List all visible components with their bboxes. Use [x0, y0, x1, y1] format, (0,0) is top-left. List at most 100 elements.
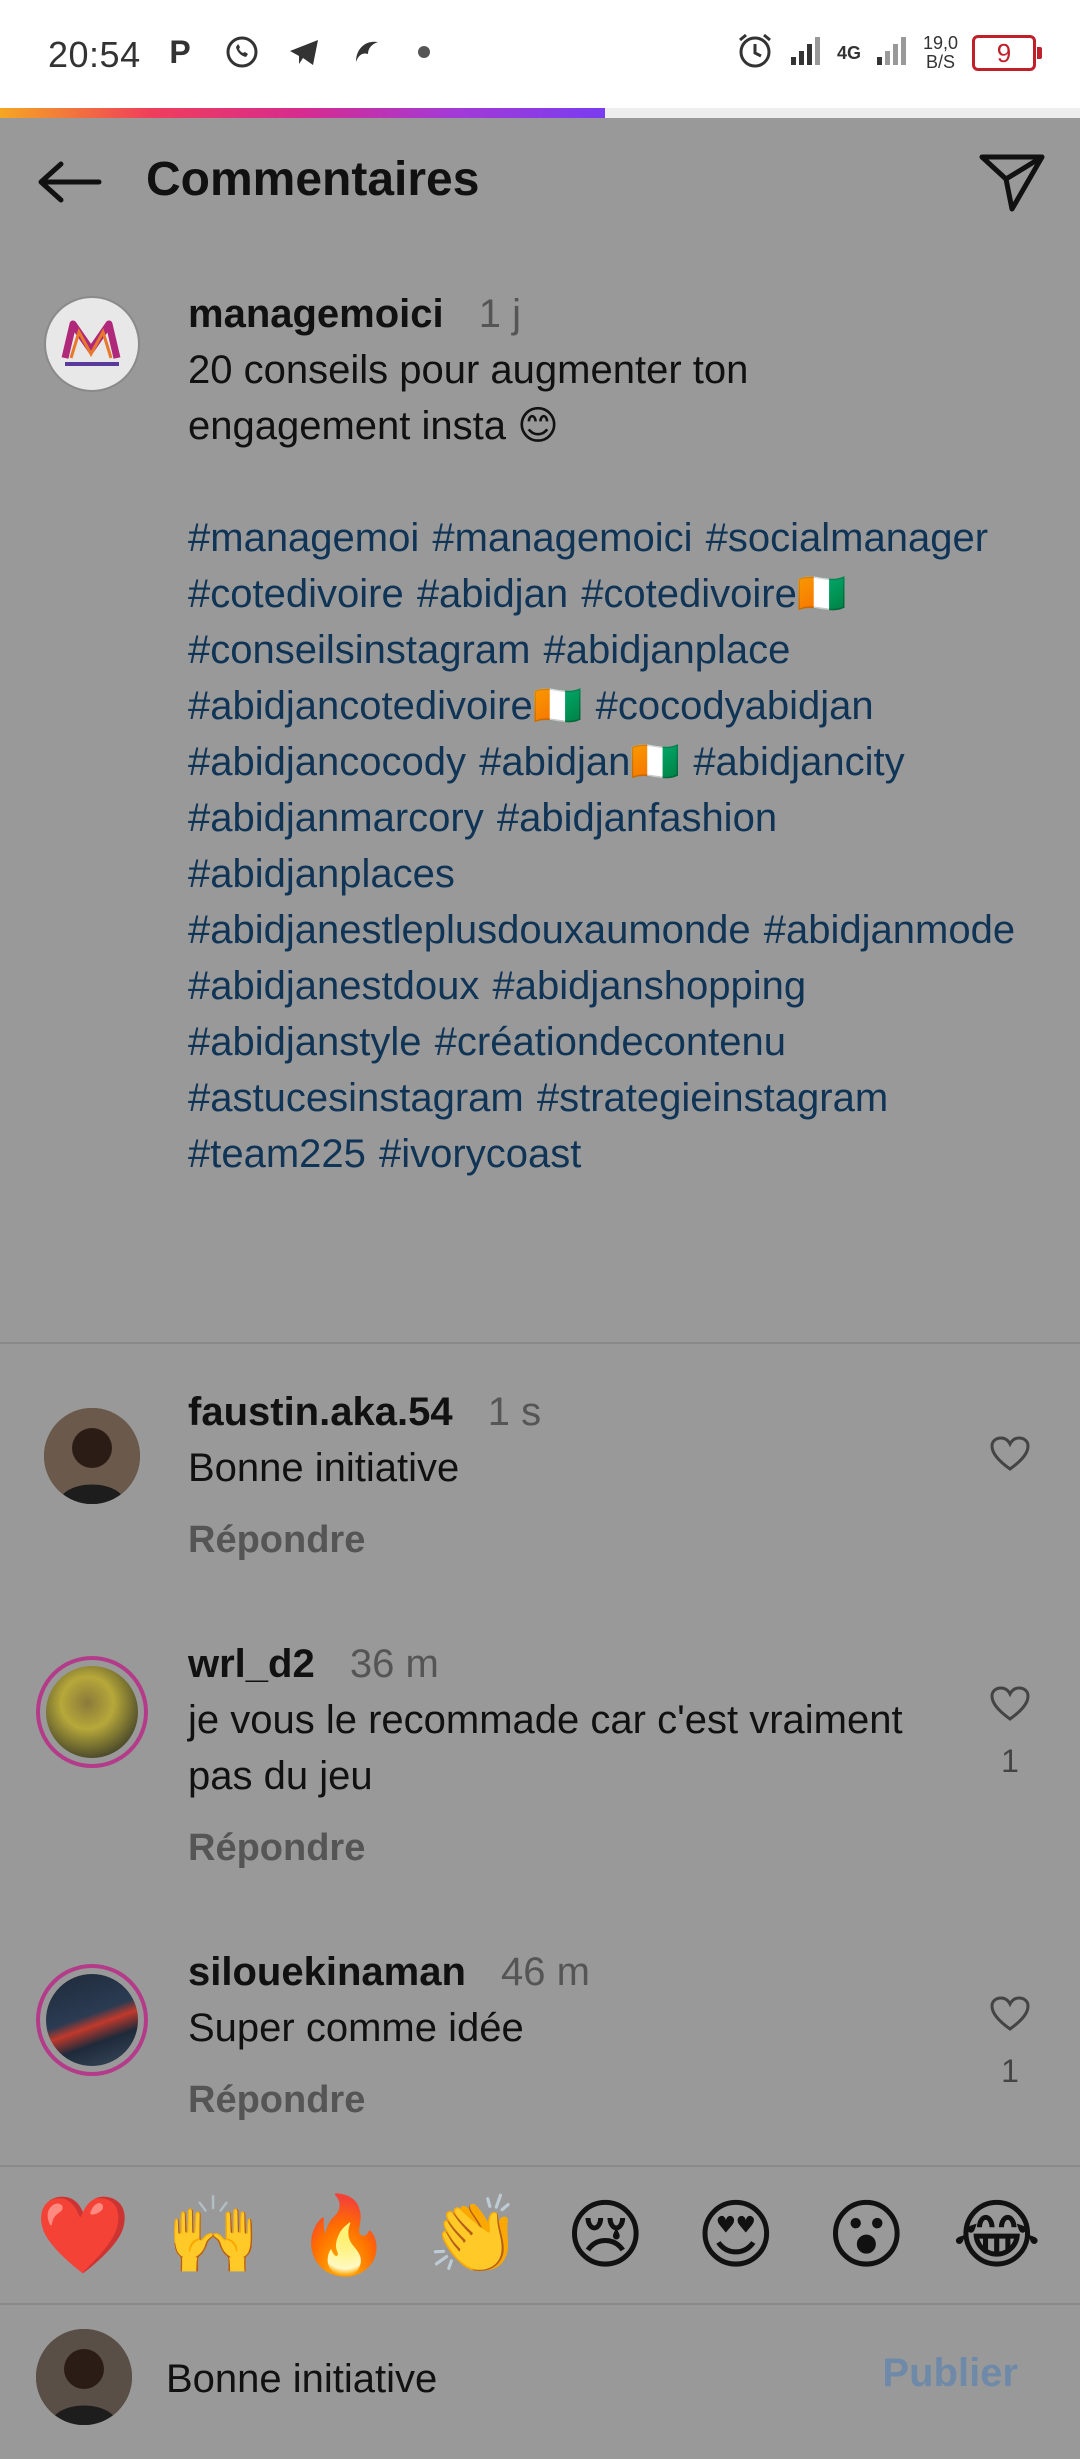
hashtag-link[interactable]: #managemoi — [188, 516, 419, 560]
story-progress-bar — [0, 108, 1080, 118]
like-button[interactable]: 1 — [984, 1686, 1036, 1780]
laughing-emoji-button[interactable]: 😂 — [947, 2195, 1047, 2275]
parking-icon: P — [169, 33, 191, 70]
caption-username[interactable]: managemoici — [188, 292, 444, 336]
avatar[interactable] — [36, 1656, 148, 1768]
comment-input[interactable] — [166, 2349, 846, 2409]
comment-time: 46 m — [501, 1950, 590, 1994]
network-speed: 19,0 B/S — [922, 32, 958, 72]
hashtag-link[interactable]: #abidjanplaces — [188, 852, 455, 896]
hashtag-link[interactable]: #abidjancocody — [188, 740, 466, 784]
hashtag-link[interactable]: #ivorycoast — [379, 1132, 581, 1176]
hashtag-list: #managemoi #managemoici #socialmanager #… — [188, 510, 1028, 1182]
signal-icon — [789, 33, 823, 72]
hashtag-link[interactable]: #abidjan🇨🇮 — [479, 740, 680, 784]
network-type: 4G — [836, 42, 861, 63]
clapping-emoji-button[interactable]: 👏 — [425, 2195, 525, 2275]
hashtag-link[interactable]: #abidjanestleplusdouxaumonde — [188, 908, 751, 952]
divider — [0, 1342, 1080, 1344]
heart-emoji-button[interactable]: ❤️ — [33, 2195, 133, 2275]
user-photo-icon — [46, 1666, 138, 1758]
reply-button[interactable]: Répondre — [188, 1512, 948, 1568]
brand-logo-icon — [61, 320, 121, 366]
comment-time: 1 s — [487, 1390, 542, 1434]
comment-text: je vous le recommade car c'est vraiment — [188, 1698, 903, 1742]
app-icon — [346, 30, 386, 74]
signal-icon-2 — [875, 33, 909, 72]
hashtag-link[interactable]: #abidjanfashion — [497, 796, 777, 840]
hashtag-link[interactable]: #socialmanager — [706, 516, 988, 560]
emoji-reaction-bar: ❤️ 🙌 🔥 👏 😢 😍 😮 😂 — [0, 2165, 1080, 2305]
hashtag-link[interactable]: #cotedivoire🇨🇮 — [581, 572, 847, 616]
system-icons: 4G 19,0 B/S 9 — [735, 30, 1042, 75]
back-button[interactable] — [34, 146, 106, 218]
caption-text-line2: engagement insta 😊 — [188, 404, 559, 448]
comment-body: silouekinaman 46 m Super comme idée Répo… — [188, 1944, 948, 2128]
hashtag-link[interactable]: #strategieinstagram — [537, 1076, 888, 1120]
caption-time: 1 j — [478, 292, 522, 336]
hashtag-link[interactable]: #abidjanstyle — [188, 1020, 422, 1064]
raising-hands-emoji-button[interactable]: 🙌 — [164, 2195, 264, 2275]
hashtag-link[interactable]: #cocodyabidjan — [596, 684, 874, 728]
more-notifications-icon — [418, 46, 430, 58]
heart-icon — [990, 1436, 1030, 1471]
clock: 20:54 — [48, 34, 141, 75]
speed-unit: B/S — [925, 51, 955, 72]
like-count: 1 — [1001, 2053, 1019, 2089]
hashtag-link[interactable]: #managemoici — [432, 516, 692, 560]
hashtag-link[interactable]: #conseilsinstagram — [188, 628, 530, 672]
whatsapp-icon — [222, 30, 262, 74]
avatar — [36, 2329, 132, 2425]
notification-icons: P — [160, 30, 430, 74]
comment-username[interactable]: wrl_d2 — [188, 1642, 315, 1686]
like-button[interactable]: 1 — [984, 1996, 1036, 2090]
user-photo-icon — [36, 2329, 132, 2425]
comment-text-continued: pas du jeu — [188, 1754, 373, 1798]
heart-eyes-emoji-button[interactable]: 😍 — [686, 2195, 786, 2275]
status-bar: 20:54 P 4G 19,0 B/S 9 — [0, 0, 1080, 108]
fire-emoji-button[interactable]: 🔥 — [294, 2195, 394, 2275]
hashtag-link[interactable]: #abidjanplace — [544, 628, 791, 672]
avatar[interactable] — [44, 1408, 140, 1504]
like-button[interactable] — [984, 1436, 1036, 1477]
hashtag-link[interactable]: #cotedivoire — [188, 572, 404, 616]
page-title: Commentaires — [146, 153, 480, 206]
header: Commentaires — [0, 118, 1080, 242]
comment-composer: Publier — [0, 2305, 1080, 2459]
paper-plane-icon — [979, 154, 1045, 212]
battery-indicator: 9 — [972, 34, 1042, 71]
surprised-emoji-button[interactable]: 😮 — [816, 2195, 916, 2275]
hashtag-link[interactable]: #abidjanmarcory — [188, 796, 484, 840]
avatar[interactable] — [36, 1964, 148, 2076]
heart-icon — [990, 1686, 1030, 1721]
comment-username[interactable]: silouekinaman — [188, 1950, 466, 1994]
heart-icon — [990, 1996, 1030, 2031]
comment-body: faustin.aka.54 1 s Bonne initiative Répo… — [188, 1384, 948, 1568]
hashtag-link[interactable]: #abidjancotedivoire🇨🇮 — [188, 684, 583, 728]
hashtag-link[interactable]: #astucesinstagram — [188, 1076, 524, 1120]
caption-body: managemoici 1 j 20 conseils pour augment… — [188, 286, 1028, 1182]
hashtag-link[interactable]: #créationdecontenu — [435, 1020, 786, 1064]
publish-button[interactable]: Publier — [882, 2351, 1018, 2396]
caption-text-line1: 20 conseils pour augmenter ton — [188, 348, 749, 392]
speed-value: 19,0 — [922, 32, 958, 53]
alarm-icon — [735, 30, 775, 75]
user-photo-icon — [44, 1408, 140, 1504]
comment-username[interactable]: faustin.aka.54 — [188, 1390, 453, 1434]
comment-text: Super comme idée — [188, 2006, 524, 2050]
avatar[interactable] — [44, 296, 140, 392]
crying-emoji-button[interactable]: 😢 — [555, 2195, 655, 2275]
reply-button[interactable]: Répondre — [188, 1820, 948, 1876]
user-photo-icon — [46, 1974, 138, 2066]
hashtag-link[interactable]: #abidjan — [417, 572, 568, 616]
hashtag-link[interactable]: #team225 — [188, 1132, 366, 1176]
share-button[interactable] — [974, 144, 1050, 220]
hashtag-link[interactable]: #abidjanmode — [764, 908, 1015, 952]
hashtag-link[interactable]: #abidjanestdoux — [188, 964, 479, 1008]
reply-button[interactable]: Répondre — [188, 2072, 948, 2128]
hashtag-link[interactable]: #abidjanshopping — [492, 964, 806, 1008]
telegram-icon — [284, 30, 324, 74]
hashtag-link[interactable]: #abidjancity — [693, 740, 904, 784]
comment-time: 36 m — [349, 1642, 439, 1686]
comments-screen: Commentaires managemoici 1 j 20 conseils… — [0, 118, 1080, 2459]
